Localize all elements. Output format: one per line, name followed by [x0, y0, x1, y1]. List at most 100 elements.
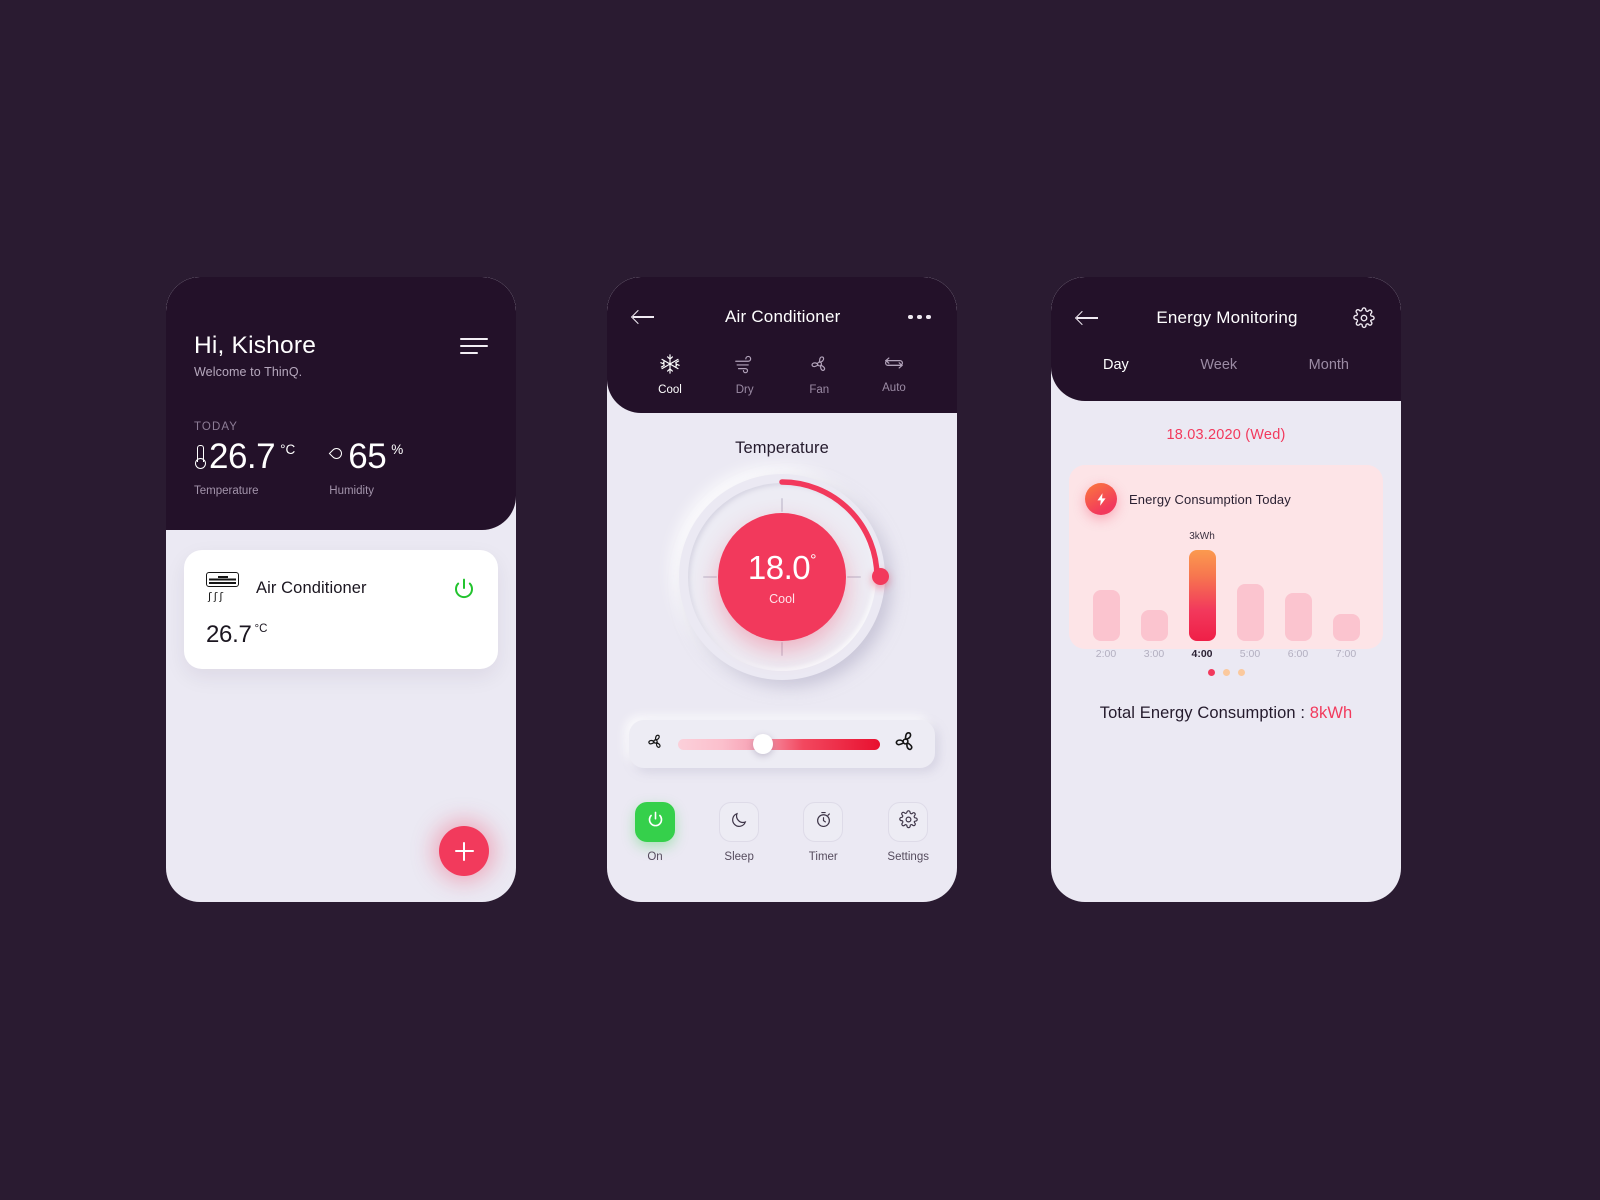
tab-day[interactable]: Day: [1103, 357, 1129, 373]
page-title: Hi, Kishore: [194, 332, 317, 359]
more-options-icon[interactable]: [908, 314, 931, 320]
temperature-dial[interactable]: 18.0 ° Cool: [679, 474, 889, 680]
bar-column[interactable]: [1139, 533, 1169, 641]
ac-header-panel: Air Conditioner Cool Dry Fan Auto: [607, 277, 957, 413]
temperature-caption: Temperature: [194, 485, 259, 497]
humidity-value: 65: [348, 437, 387, 476]
temperature-metric: 26.7 °C Temperature: [194, 439, 295, 497]
dial-mode-label: Cool: [769, 591, 795, 606]
chart-bar[interactable]: [1332, 614, 1360, 641]
bar-column[interactable]: [1283, 533, 1313, 641]
chart-bar[interactable]: [1236, 583, 1264, 641]
airflow-waves: ʃʃʃ: [208, 590, 226, 603]
mode-tabs: Cool Dry Fan Auto: [633, 353, 931, 396]
dial-center[interactable]: 18.0 ° Cool: [718, 513, 846, 641]
x-tick-label: 3:00: [1143, 648, 1165, 660]
bar-column-active[interactable]: 3kWh: [1187, 531, 1217, 641]
bar-column[interactable]: [1091, 533, 1121, 641]
fan-small-icon: [645, 731, 666, 757]
dial-degree-symbol: °: [810, 551, 817, 569]
tab-week[interactable]: Week: [1200, 357, 1237, 373]
total-consumption-value: 8kWh: [1309, 704, 1353, 722]
fan-icon: [808, 353, 831, 375]
x-tick-label-active: 4:00: [1191, 648, 1213, 660]
power-toggle-icon[interactable]: [452, 577, 476, 601]
thermometer-icon: [194, 445, 206, 471]
tab-mode-fan[interactable]: Fan: [788, 353, 850, 396]
energy-chart-card: Energy Consumption Today 3kWh 2:00 3:00 …: [1069, 465, 1383, 660]
fan-large-icon: [892, 728, 919, 760]
carousel-pagination: [1051, 669, 1401, 676]
temperature-value: 26.7: [209, 437, 276, 476]
device-temperature-unit: °C: [254, 623, 268, 635]
pagination-dot-1[interactable]: [1207, 669, 1215, 676]
pagination-dot-3[interactable]: [1237, 669, 1245, 676]
humidity-unit: %: [391, 442, 404, 457]
temperature-section-title: Temperature: [735, 439, 829, 457]
snowflake-icon: [659, 353, 681, 375]
control-label-on: On: [647, 851, 663, 863]
bar-column[interactable]: [1235, 533, 1265, 641]
device-name: Air Conditioner: [256, 579, 367, 597]
device-card-air-conditioner[interactable]: ʃʃʃ Air Conditioner 26.7 °C: [184, 550, 498, 669]
slider-thumb[interactable]: [752, 734, 773, 754]
mode-label-auto: Auto: [882, 382, 906, 394]
total-consumption: Total Energy Consumption : 8kWh: [1051, 704, 1401, 723]
temperature-unit: °C: [280, 442, 296, 457]
chart-bar-highlight[interactable]: [1188, 550, 1216, 641]
moon-icon: [730, 810, 749, 834]
tab-month[interactable]: Month: [1309, 357, 1349, 373]
settings-button[interactable]: Settings: [887, 802, 929, 863]
energy-page-title: Energy Monitoring: [1156, 308, 1298, 327]
period-tabs: Day Week Month: [1077, 357, 1375, 373]
chart-bar[interactable]: [1284, 593, 1312, 641]
x-tick-label: 7:00: [1335, 648, 1357, 660]
control-label-timer: Timer: [808, 851, 838, 863]
air-conditioner-icon: ʃʃʃ: [206, 572, 242, 605]
today-label: TODAY: [194, 421, 239, 433]
bar-column[interactable]: [1331, 533, 1361, 641]
mode-label-dry: Dry: [735, 384, 754, 396]
hamburger-menu-icon[interactable]: [460, 338, 488, 354]
screenshot-stage: Hi, Kishore Welcome to ThinQ. TODAY 26.7…: [0, 0, 1600, 1200]
control-label-settings: Settings: [887, 851, 929, 863]
device-temperature-value: 26.7: [206, 621, 252, 648]
weather-metrics: 26.7 °C Temperature 65 % Humidity: [194, 439, 488, 497]
selected-date[interactable]: 18.03.2020 (Wed): [1051, 427, 1401, 443]
tab-mode-dry[interactable]: Dry: [714, 353, 776, 396]
dial-knob[interactable]: [872, 568, 889, 585]
pagination-dot-2[interactable]: [1222, 669, 1230, 676]
phone-screen-energy-monitoring: Energy Monitoring Day Week Month 18.03.2…: [1051, 277, 1401, 902]
sleep-button[interactable]: Sleep: [719, 802, 760, 863]
timer-button[interactable]: Timer: [803, 802, 844, 863]
mode-label-fan: Fan: [809, 384, 830, 396]
welcome-subtitle: Welcome to ThinQ.: [194, 365, 303, 379]
gear-icon[interactable]: [1353, 307, 1375, 329]
phone-screen-home: Hi, Kishore Welcome to ThinQ. TODAY 26.7…: [166, 277, 516, 902]
lightning-bolt-icon: [1085, 483, 1117, 515]
auto-loop-icon: [882, 353, 906, 373]
chart-bar[interactable]: [1092, 590, 1120, 641]
phone-screen-air-conditioner: Air Conditioner Cool Dry Fan Auto Temper…: [607, 277, 957, 902]
chart-x-axis: 2:00 3:00 4:00 5:00 6:00 7:00: [1085, 648, 1367, 660]
bar-chart: 3kWh: [1085, 531, 1367, 641]
back-arrow-icon[interactable]: [633, 308, 657, 326]
stopwatch-icon: [814, 810, 833, 834]
water-drop-icon: [329, 447, 343, 467]
add-device-button[interactable]: [439, 826, 489, 876]
fan-speed-slider[interactable]: [678, 734, 880, 754]
control-buttons: On Sleep Timer Settings: [635, 802, 929, 863]
ac-page-title: Air Conditioner: [725, 307, 841, 326]
power-icon: [646, 810, 665, 834]
x-tick-label: 2:00: [1095, 648, 1117, 660]
gear-icon: [898, 810, 918, 834]
tab-mode-cool[interactable]: Cool: [639, 353, 701, 396]
tab-mode-auto[interactable]: Auto: [863, 353, 925, 396]
dial-temperature-value: 18.0: [747, 548, 811, 586]
control-label-sleep: Sleep: [724, 851, 754, 863]
chart-bar[interactable]: [1140, 609, 1168, 641]
fan-speed-slider-card: [629, 720, 935, 768]
back-arrow-icon[interactable]: [1077, 309, 1101, 327]
humidity-metric: 65 % Humidity: [329, 439, 403, 497]
power-on-button[interactable]: On: [635, 802, 675, 863]
